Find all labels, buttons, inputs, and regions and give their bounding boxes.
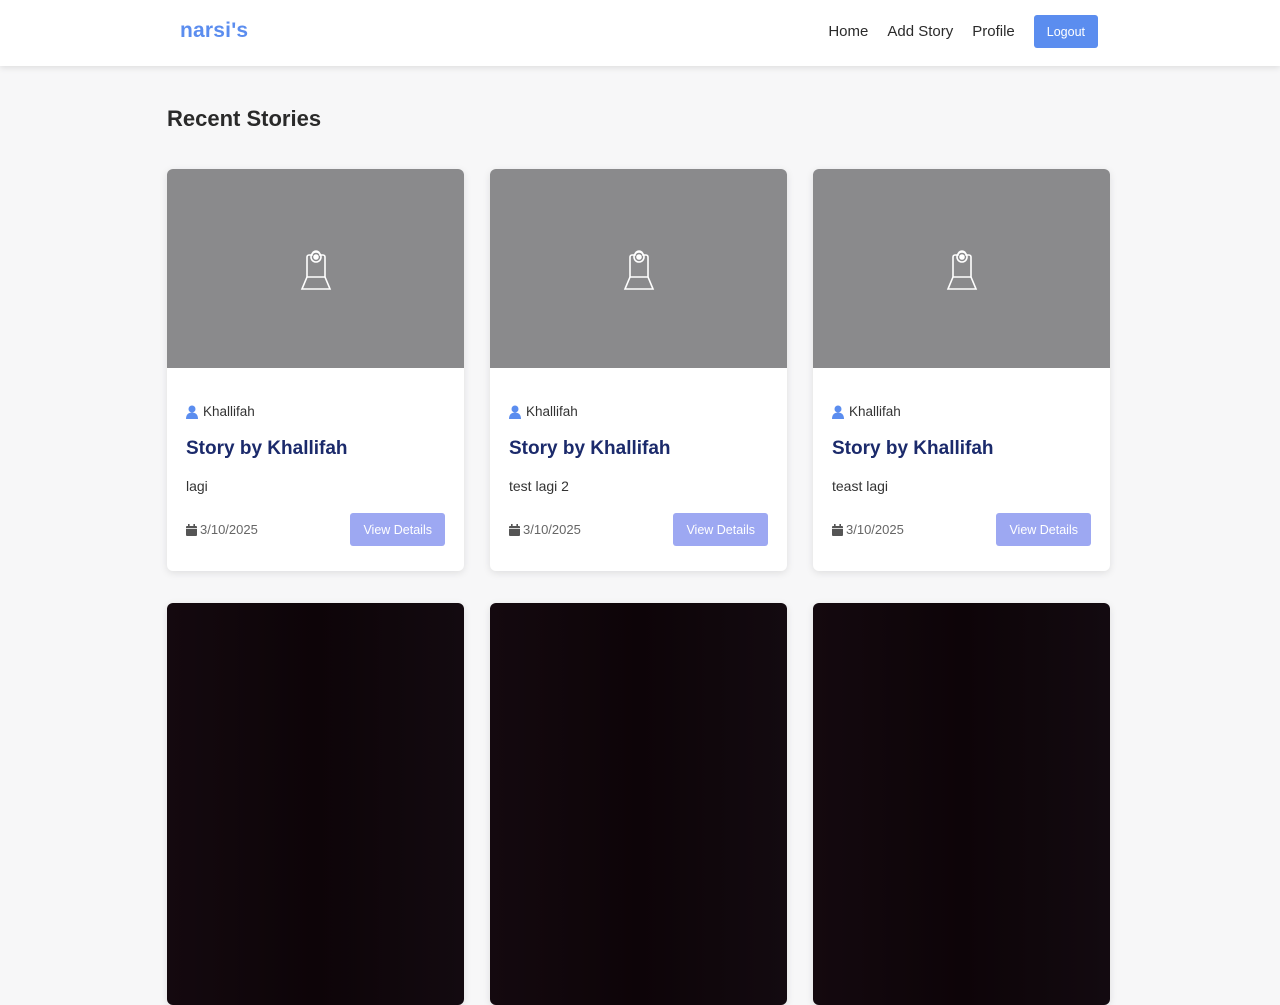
story-image — [813, 603, 1110, 1005]
story-description: lagi — [186, 478, 208, 494]
story-date: 3/10/2025 — [186, 522, 258, 537]
story-card-body: Khallifah Story by Khallifah lagi 3/10/2… — [167, 368, 464, 571]
user-icon — [509, 405, 521, 419]
calendar-icon — [509, 523, 520, 536]
story-title: Story by Khallifah — [186, 438, 348, 459]
brand-logo[interactable]: narsi's — [180, 19, 248, 43]
story-date: 3/10/2025 — [509, 522, 581, 537]
view-details-button[interactable]: View Details — [996, 513, 1091, 546]
nav-home-link[interactable]: Home — [828, 23, 868, 40]
story-card — [490, 603, 787, 1005]
nav-links: Home Add Story Profile Logout — [828, 15, 1098, 48]
story-description: teast lagi — [832, 478, 889, 494]
camera-placeholder-icon — [300, 249, 331, 290]
story-title: Story by Khallifah — [832, 438, 994, 459]
story-card — [167, 603, 464, 1005]
view-details-button[interactable]: View Details — [673, 513, 768, 546]
story-image — [167, 603, 464, 1005]
view-details-button[interactable]: View Details — [350, 513, 445, 546]
story-card: Khallifah Story by Khallifah test lagi 2… — [490, 169, 787, 571]
calendar-icon — [832, 523, 843, 536]
story-card — [813, 603, 1110, 1005]
logout-button[interactable]: Logout — [1033, 15, 1098, 48]
calendar-icon — [186, 523, 197, 536]
story-card-body: Khallifah Story by Khallifah test lagi 2… — [490, 368, 787, 571]
story-author-name: Khallifah — [849, 404, 901, 419]
story-card: Khallifah Story by Khallifah lagi 3/10/2… — [167, 169, 464, 571]
nav-profile-link[interactable]: Profile — [972, 23, 1015, 40]
story-author: Khallifah — [186, 404, 255, 419]
story-author: Khallifah — [832, 404, 901, 419]
story-title: Story by Khallifah — [509, 438, 671, 459]
story-date-text: 3/10/2025 — [846, 522, 904, 537]
story-image — [490, 603, 787, 1005]
story-author-name: Khallifah — [203, 404, 255, 419]
camera-placeholder-icon — [623, 249, 654, 290]
nav-add-story-link[interactable]: Add Story — [887, 23, 953, 40]
story-image — [167, 169, 464, 368]
user-icon — [186, 405, 198, 419]
story-author-name: Khallifah — [526, 404, 578, 419]
story-image — [813, 169, 1110, 368]
page-title: Recent Stories — [167, 106, 322, 131]
story-description: test lagi 2 — [509, 478, 569, 494]
user-icon — [832, 405, 844, 419]
navbar: narsi's Home Add Story Profile Logout — [0, 0, 1280, 66]
story-image — [490, 169, 787, 368]
story-date-text: 3/10/2025 — [200, 522, 258, 537]
story-date: 3/10/2025 — [832, 522, 904, 537]
camera-placeholder-icon — [946, 249, 977, 290]
story-author: Khallifah — [509, 404, 578, 419]
story-card-body: Khallifah Story by Khallifah teast lagi … — [813, 368, 1110, 571]
story-card: Khallifah Story by Khallifah teast lagi … — [813, 169, 1110, 571]
story-grid: Khallifah Story by Khallifah lagi 3/10/2… — [167, 169, 1110, 1005]
story-date-text: 3/10/2025 — [523, 522, 581, 537]
